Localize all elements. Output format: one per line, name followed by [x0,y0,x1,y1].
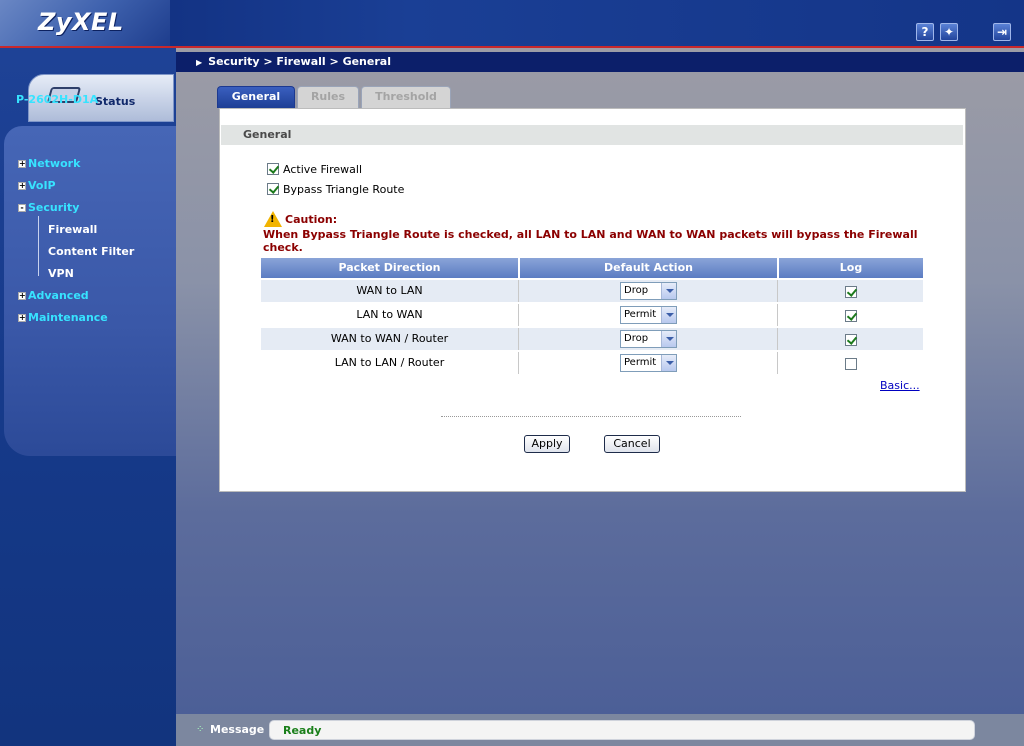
bypass-triangle-route-checkbox[interactable] [267,183,279,195]
bypass-triangle-route-label: Bypass Triangle Route [283,183,405,196]
expand-icon[interactable]: + [18,182,26,190]
column-divider [777,304,778,326]
packet-direction-cell: LAN to LAN / Router [334,356,445,369]
sidebar-item-label: Security [28,201,80,214]
column-divider [518,304,519,326]
caution-text: When Bypass Triangle Route is checked, a… [263,228,918,254]
log-checkbox[interactable] [845,286,857,298]
column-header-packet-direction: Packet Direction [261,258,518,278]
column-header-log: Log [779,258,923,278]
expand-icon[interactable]: + [18,314,26,322]
table-row: LAN to LAN / Router Permit [261,352,923,374]
message-icon: ⁘ [196,724,205,735]
status-bar: ⁘ Message Ready [176,714,1024,746]
breadcrumb: ▶ Security > Firewall > General [196,55,391,68]
divider [441,416,741,417]
sidebar-item-maintenance[interactable]: + Maintenance [18,311,108,324]
log-checkbox[interactable] [845,334,857,346]
tab-general[interactable]: General [217,86,295,108]
select-value: Permit [624,309,657,320]
warning-mark: ! [270,214,275,225]
default-action-select[interactable]: Drop [620,330,677,348]
table-row: LAN to WAN Permit [261,304,923,326]
sidebar-item-security[interactable]: - Security [18,201,79,214]
expand-icon[interactable]: + [18,160,26,168]
message-value: Ready [283,724,322,737]
chevron-down-icon[interactable] [661,355,676,371]
section-title: General [221,125,963,145]
breadcrumb-text: Security > Firewall > General [208,55,391,68]
log-checkbox[interactable] [845,358,857,370]
cancel-button[interactable]: Cancel [604,435,660,453]
active-firewall-checkbox[interactable] [267,163,279,175]
sidebar-item-firewall[interactable]: Firewall [38,223,97,236]
column-divider [777,280,778,302]
default-action-select[interactable]: Drop [620,282,677,300]
column-header-default-action: Default Action [520,258,777,278]
sidebar-item-content-filter[interactable]: Content Filter [38,245,134,258]
message-label: Message [210,723,265,736]
packet-direction-cell: WAN to WAN / Router [330,332,449,345]
breadcrumb-bar: ▶ Security > Firewall > General [176,52,1024,72]
log-checkbox[interactable] [845,310,857,322]
table-header: Packet Direction Default Action Log [261,258,923,278]
device-name: P-2602H-D1A [16,93,99,106]
sidebar-item-voip[interactable]: + VoIP [18,179,56,192]
select-value: Drop [624,333,649,344]
status-label: Status [95,95,136,108]
chevron-down-icon[interactable] [661,283,676,299]
sidebar-item-vpn[interactable]: VPN [38,267,74,280]
sidebar-item-label: Network [28,157,81,170]
wizard-icon[interactable]: ✦ [940,23,958,41]
tab-rules[interactable]: Rules [297,86,359,108]
table-row: WAN to WAN / Router Drop [261,328,923,350]
caution-title: Caution: [285,213,338,226]
message-field: Ready [269,720,975,740]
sidebar: Status [0,48,176,746]
chevron-down-icon[interactable] [661,307,676,323]
apply-button[interactable]: Apply [524,435,570,453]
sidebar-item-advanced[interactable]: + Advanced [18,289,89,302]
column-divider [777,328,778,350]
active-firewall-label: Active Firewall [283,163,363,176]
collapse-icon[interactable]: - [18,204,26,212]
table-row: WAN to LAN Drop [261,280,923,302]
sidebar-item-network[interactable]: + Network [18,157,80,170]
help-icon[interactable]: ? [916,23,934,41]
basic-link[interactable]: Basic... [880,379,920,392]
packet-direction-cell: LAN to WAN [356,308,423,321]
column-divider [518,352,519,374]
column-divider [777,352,778,374]
top-bar: ZyXEL ? ✦ ⇥ [0,0,1024,49]
expand-icon[interactable]: + [18,292,26,300]
zyxel-logo: ZyXEL [38,8,124,36]
sidebar-item-label: VoIP [28,179,56,192]
logout-icon[interactable]: ⇥ [993,23,1011,41]
tab-threshold[interactable]: Threshold [361,86,451,108]
sidebar-item-label: Advanced [28,289,89,302]
column-divider [518,328,519,350]
column-divider [518,280,519,302]
sidebar-item-label: Maintenance [28,311,108,324]
default-action-select[interactable]: Permit [620,306,677,324]
chevron-down-icon[interactable] [661,331,676,347]
default-action-select[interactable]: Permit [620,354,677,372]
select-value: Permit [624,357,657,368]
breadcrumb-arrow-icon: ▶ [196,58,203,67]
select-value: Drop [624,285,649,296]
packet-direction-cell: WAN to LAN [356,284,423,297]
